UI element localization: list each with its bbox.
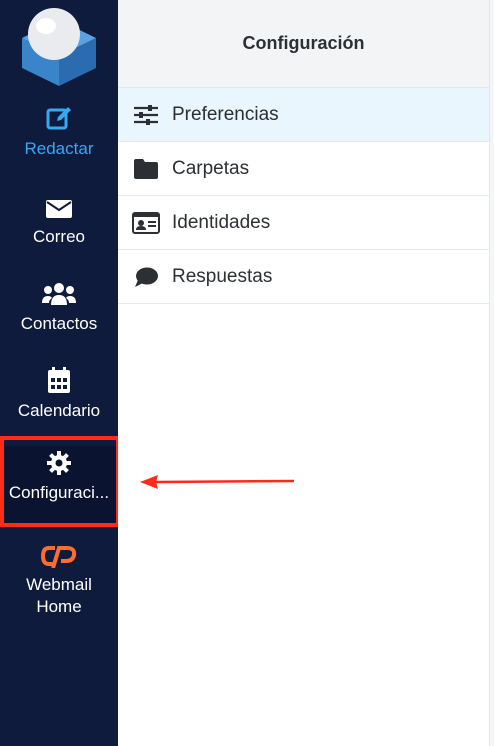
nav-compose-label: Redactar: [24, 139, 94, 158]
gear-icon: [46, 446, 72, 476]
nav-calendar[interactable]: Calendario: [0, 364, 118, 448]
nav-webmail-label: Webmail: [26, 575, 92, 594]
nav-settings-label: Configuraci...: [8, 483, 110, 502]
users-icon: [42, 277, 76, 307]
menu-item-responses[interactable]: Respuestas: [118, 250, 489, 304]
nav-webmail-label-2: Home: [36, 597, 82, 616]
compose-icon: [45, 102, 73, 132]
menu-item-preferences-label: Preferencias: [172, 103, 279, 125]
nav-contacts-label: Contactos: [20, 314, 98, 333]
folder-icon: [132, 157, 160, 181]
nav-settings[interactable]: Configuraci...: [0, 446, 118, 524]
menu-item-responses-label: Respuestas: [172, 265, 273, 287]
speech-bubble-icon: [132, 265, 160, 289]
panel-title: Configuración: [118, 0, 489, 88]
sidebar: Redactar Correo Contactos Calendario Con…: [0, 0, 118, 746]
nav-webmail-home[interactable]: Webmail Home: [0, 538, 118, 622]
menu-item-identities-label: Identidades: [172, 211, 271, 233]
sliders-icon: [132, 103, 160, 127]
cpanel-icon: [41, 538, 77, 568]
id-card-icon: [132, 211, 160, 235]
menu-item-preferences[interactable]: Preferencias: [118, 88, 489, 142]
envelope-icon: [45, 190, 73, 220]
nav-calendar-label: Calendario: [17, 401, 101, 420]
menu-item-identities[interactable]: Identidades: [118, 196, 489, 250]
roundcube-logo[interactable]: [14, 4, 104, 88]
menu-item-folders-label: Carpetas: [172, 157, 250, 179]
calendar-icon: [47, 364, 71, 394]
nav-compose[interactable]: Redactar: [0, 102, 118, 186]
content-edge: [490, 0, 494, 746]
nav-mail[interactable]: Correo: [0, 190, 118, 274]
settings-panel: Configuración Preferencias Carpetas Iden…: [118, 0, 490, 746]
arrow-annotation-icon: [140, 475, 295, 489]
menu-item-folders[interactable]: Carpetas: [118, 142, 489, 196]
nav-contacts[interactable]: Contactos: [0, 277, 118, 361]
nav-mail-label: Correo: [33, 227, 85, 246]
